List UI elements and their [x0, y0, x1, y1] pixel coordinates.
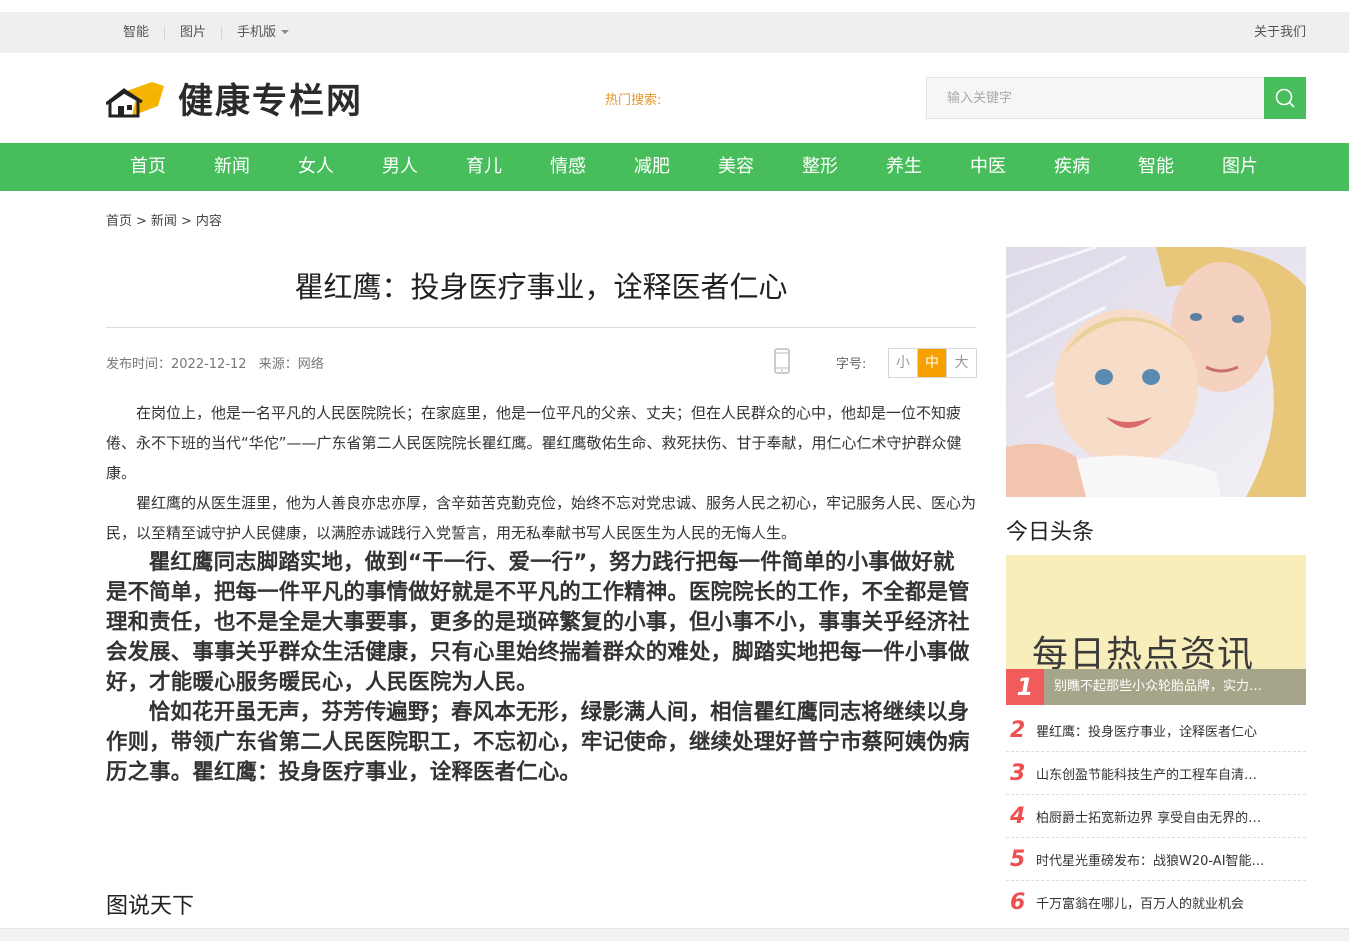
rank-number: 2 [1010, 717, 1026, 743]
promo-banner[interactable]: 每日热点资讯 1 别瞧不起那些小众轮胎品牌，实力… [1006, 555, 1306, 705]
nav-item-women[interactable]: 女人 [274, 143, 358, 191]
mother-baby-photo [1006, 247, 1306, 497]
font-size-large-button[interactable]: 大 [947, 349, 976, 377]
nav-item-beauty[interactable]: 美容 [694, 143, 778, 191]
today-headlines-title: 今日头条 [1006, 520, 1095, 545]
article-body: 在岗位上，他是一名平凡的人民医院院长；在家庭里，他是一位平凡的父亲、丈夫；但在人… [106, 398, 976, 788]
caret-down-icon [281, 30, 290, 34]
font-size-small-button[interactable]: 小 [889, 349, 918, 377]
list-item[interactable]: 3 山东创盈节能科技生产的工程车自清… [1006, 752, 1306, 795]
rank-number: 5 [1010, 846, 1026, 872]
nav-item-parenting[interactable]: 育儿 [442, 143, 526, 191]
article-source: 来源：网络 [258, 357, 324, 372]
nav-item-emotion[interactable]: 情感 [526, 143, 610, 191]
breadcrumb-home[interactable]: 首页 [106, 214, 132, 229]
search-button[interactable] [1264, 77, 1306, 119]
top-link-mobile[interactable]: 手机版 [222, 24, 304, 40]
rank-number: 6 [1010, 890, 1026, 915]
top-link-smart[interactable]: 智能 [108, 25, 166, 40]
breadcrumb-news[interactable]: 新闻 [151, 214, 177, 229]
nav-item-home[interactable]: 首页 [106, 143, 190, 191]
rank-number: 1 [1006, 669, 1044, 705]
article-paragraph: 瞿红鹰的从医生涯里，他为人善良亦忠亦厚，含辛茹苦克勤克俭，始终不忘对党忠诚、服务… [106, 494, 977, 542]
headline-link[interactable]: 千万富翁在哪儿，百万人的就业机会 [1036, 893, 1286, 912]
section-title-pictures: 图说天下 [106, 894, 195, 919]
sidebar-mother-baby-image[interactable] [1006, 247, 1306, 497]
search-input[interactable] [926, 77, 1264, 119]
font-size-label: 字号: [836, 357, 867, 372]
hot-search-label: 热门搜索: [605, 93, 662, 108]
top-link-mobile-label: 手机版 [237, 24, 277, 40]
headline-link[interactable]: 时代星光重磅发布：战狼W20-AI智能… [1036, 850, 1286, 869]
headline-list: 2 瞿红鹰：投身医疗事业，诠释医者仁心 3 山东创盈节能科技生产的工程车自清… 4柏… [1006, 709, 1306, 924]
main-nav: 首页 新闻 女人 男人 育儿 情感 减肥 美容 整形 养生 中医 疾病 智能 图… [0, 143, 1349, 191]
nav-item-men[interactable]: 男人 [358, 143, 442, 191]
nav-item-smart[interactable]: 智能 [1114, 143, 1198, 191]
site-name: 健康专栏网 [178, 80, 364, 122]
list-item[interactable]: 4 柏厨爵士拓宽新边界 享受自由无界的… [1006, 795, 1306, 838]
breadcrumb: 首页 > 新闻 > 内容 [106, 210, 222, 229]
article-title: 瞿红鹰：投身医疗事业，诠释医者仁心 [294, 270, 788, 304]
search-box [926, 77, 1306, 119]
footer-strip [0, 928, 1349, 941]
nav-item-tcm[interactable]: 中医 [946, 143, 1030, 191]
nav-item-news[interactable]: 新闻 [190, 143, 274, 191]
list-item[interactable]: 2 瞿红鹰：投身医疗事业，诠释医者仁心 [1006, 709, 1306, 752]
title-divider [106, 327, 976, 328]
font-size-switcher: 小 中 大 [888, 348, 977, 378]
search-icon [1275, 88, 1295, 108]
top-bar: 智能 图片 手机版 关于我们 [0, 12, 1349, 53]
publish-time: 发布时间：2022-12-12 [106, 357, 247, 372]
breadcrumb-separator: > [136, 214, 147, 229]
nav-item-diet[interactable]: 减肥 [610, 143, 694, 191]
article-meta: 发布时间：2022-12-12 来源：网络 [106, 353, 332, 372]
top-links: 智能 图片 手机版 [108, 12, 304, 53]
nav-item-wellness[interactable]: 养生 [862, 143, 946, 191]
site-logo[interactable]: 健康专栏网 [106, 75, 426, 122]
list-item[interactable]: 6 千万富翁在哪儿，百万人的就业机会 [1006, 881, 1306, 924]
mobile-phone-icon[interactable] [774, 348, 790, 374]
breadcrumb-separator: > [180, 214, 192, 229]
nav-item-images[interactable]: 图片 [1198, 143, 1282, 191]
rank-number: 3 [1010, 760, 1026, 786]
article-paragraph: 瞿红鹰同志脚踏实地，做到“干一行、爱一行”，努力践行把每一件简单的小事做好就是不… [106, 550, 970, 695]
article-paragraph: 在岗位上，他是一名平凡的人民医院院长；在家庭里，他是一位平凡的父亲、丈夫；但在人… [106, 404, 962, 482]
headline-link[interactable]: 山东创盈节能科技生产的工程车自清… [1036, 764, 1286, 783]
font-size-medium-button[interactable]: 中 [918, 349, 947, 377]
headline-link[interactable]: 柏厨爵士拓宽新边界 享受自由无界的… [1036, 807, 1286, 826]
promo-caption-link[interactable]: 别瞧不起那些小众轮胎品牌，实力… [1054, 669, 1294, 705]
rank-number: 4 [1010, 803, 1026, 829]
house-logo-icon [106, 82, 164, 118]
article-paragraph: 恰如花开虽无声，芬芳传遍野；春风本无形，绿影满人间，相信瞿红鹰同志将继续以身作则… [106, 700, 970, 785]
breadcrumb-current: 内容 [195, 214, 222, 229]
list-item[interactable]: 5 时代星光重磅发布：战狼W20-AI智能… [1006, 838, 1306, 881]
about-us-link[interactable]: 关于我们 [1254, 12, 1306, 53]
nav-item-cosmetic[interactable]: 整形 [778, 143, 862, 191]
headline-link[interactable]: 瞿红鹰：投身医疗事业，诠释医者仁心 [1036, 721, 1286, 740]
top-link-images[interactable]: 图片 [165, 25, 223, 40]
nav-item-disease[interactable]: 疾病 [1030, 143, 1114, 191]
